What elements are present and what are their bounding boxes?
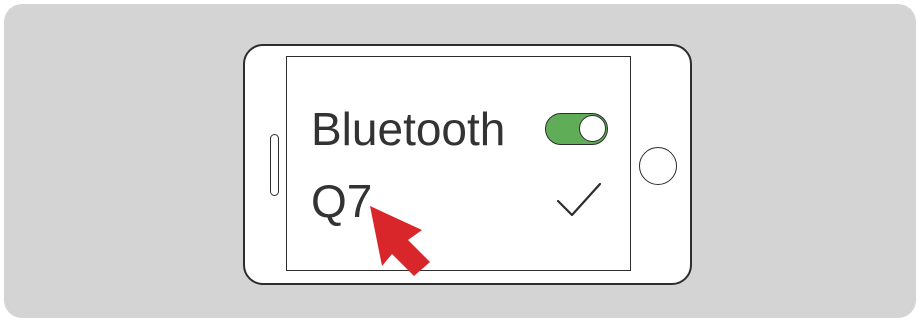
phone-speaker xyxy=(270,134,279,196)
phone-home-button xyxy=(639,147,677,185)
checkmark-icon xyxy=(556,182,602,217)
bluetooth-toggle[interactable] xyxy=(545,113,608,145)
phone-screen xyxy=(286,56,631,271)
arrow-pointer-icon xyxy=(370,206,430,276)
bluetooth-label: Bluetooth xyxy=(311,103,506,155)
toggle-knob xyxy=(579,115,606,142)
